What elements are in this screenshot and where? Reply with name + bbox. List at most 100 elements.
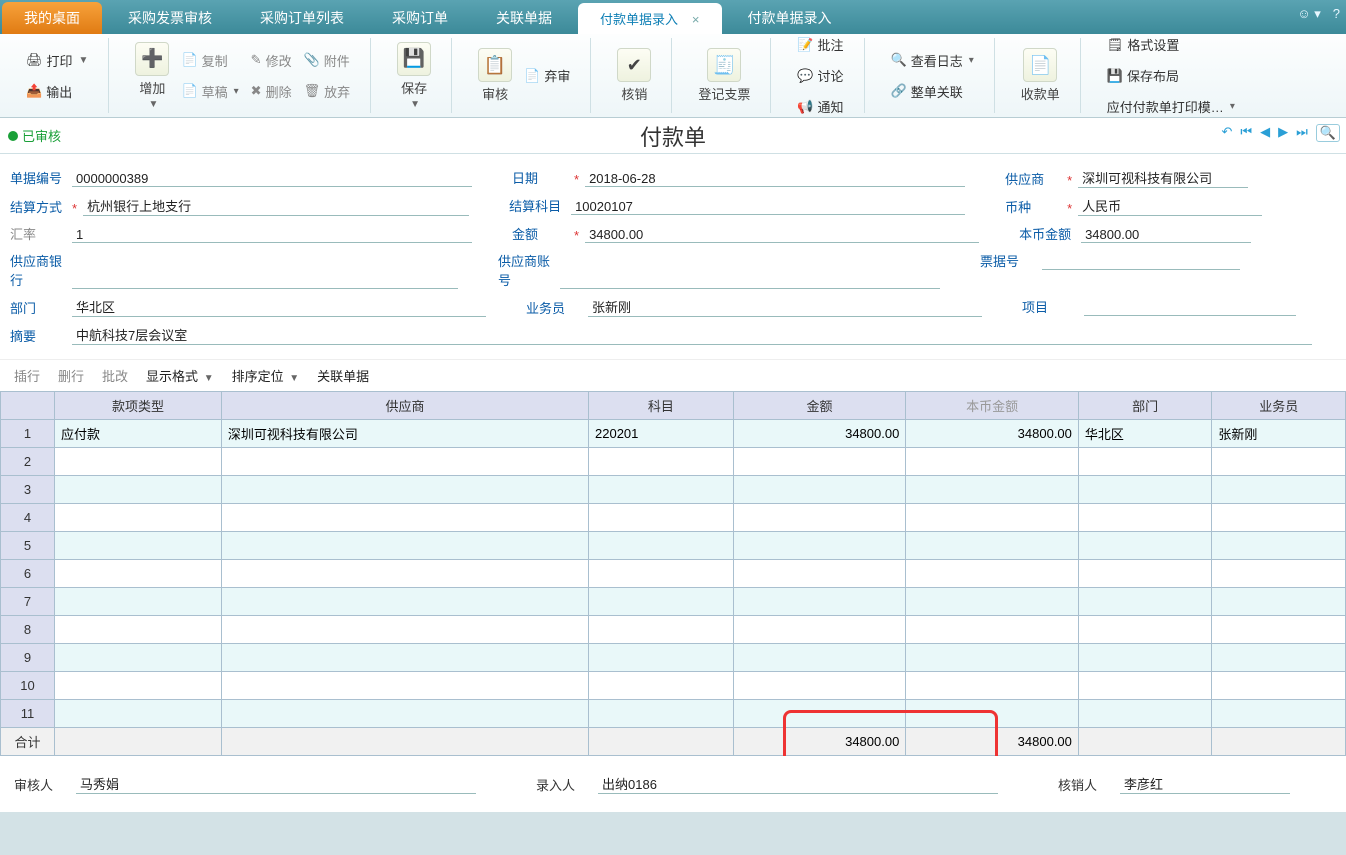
acct-field[interactable]: 10020107 — [571, 199, 965, 215]
savelayout-button[interactable]: 💾 保存布局 — [1101, 62, 1241, 89]
search-icon[interactable]: 🔍 — [1316, 124, 1340, 142]
next-icon[interactable]: ▶ — [1278, 124, 1288, 142]
table-row[interactable]: 9 — [1, 644, 1346, 672]
billno-field[interactable] — [1042, 269, 1240, 270]
discuss-button[interactable]: 💬 讨论 — [791, 62, 849, 89]
col-rownum — [1, 392, 55, 420]
tab-home[interactable]: 我的桌面 — [2, 2, 102, 34]
delete-row[interactable]: 删行 — [58, 366, 84, 385]
supbank-field[interactable] — [72, 288, 458, 289]
print-button[interactable]: 🖨 打印▼ — [20, 47, 94, 74]
rate-field[interactable]: 1 — [72, 227, 472, 243]
rate-label: 汇率 — [10, 224, 66, 243]
smile-icon[interactable]: ☺ ▾ — [1297, 6, 1320, 22]
supacct-field[interactable] — [560, 288, 940, 289]
table-row[interactable]: 4 — [1, 504, 1346, 532]
first-icon[interactable]: ⏮ — [1240, 124, 1252, 142]
table-row[interactable]: 1应付款深圳可视科技有限公司22020134800.0034800.00华北区张… — [1, 420, 1346, 448]
export-button[interactable]: 📤 输出 — [20, 78, 94, 105]
tab-active[interactable]: 付款单据录入 × — [578, 3, 722, 34]
supplier-label: 供应商 — [1005, 169, 1061, 188]
supplier-field[interactable]: 深圳可视科技有限公司 — [1078, 168, 1248, 188]
tab-item[interactable]: 采购订单 — [370, 2, 470, 34]
status-badge: 已审核 — [8, 126, 61, 145]
tab-item[interactable]: 采购订单列表 — [238, 2, 366, 34]
notify-button[interactable]: 📢 通知 — [791, 93, 849, 120]
attach-button[interactable]: 📎 附件 — [298, 47, 357, 74]
auditor-label: 审核人 — [14, 775, 70, 794]
verify-button[interactable]: ✔核销 — [611, 46, 657, 105]
delete-button[interactable]: ✖ 删除 — [245, 78, 298, 105]
col-acct: 科目 — [589, 392, 734, 420]
table-row[interactable]: 5 — [1, 532, 1346, 560]
entry-field: 出纳0186 — [598, 774, 998, 794]
page-title: 付款单 — [640, 120, 706, 152]
auditor-field: 马秀娟 — [76, 774, 476, 794]
data-table[interactable]: 款项类型 供应商 科目 金额 本币金额 部门 业务员 1应付款深圳可视科技有限公… — [0, 391, 1346, 756]
batch-edit[interactable]: 批改 — [102, 366, 128, 385]
nav-icons: ↶ ⏮ ◀ ▶ ⏭ 🔍 — [1222, 124, 1341, 142]
wholeassoc-button[interactable]: 🔗 整单关联 — [885, 78, 980, 105]
tab-bar: 我的桌面 采购发票审核 采购订单列表 采购订单 关联单据 付款单据录入 × 付款… — [0, 0, 1346, 34]
localamt-field[interactable]: 34800.00 — [1081, 227, 1251, 243]
doc-no-label: 单据编号 — [10, 168, 66, 187]
grid-actions: 插行 删行 批改 显示格式 ▼ 排序定位 ▼ 关联单据 — [0, 359, 1346, 391]
table-row[interactable]: 11 — [1, 700, 1346, 728]
printtmpl-button[interactable]: 应付付款单打印模…▾ — [1101, 93, 1241, 120]
col-supplier: 供应商 — [221, 392, 588, 420]
ribbon: 🖨 打印▼ 📤 输出 ➕增加▼ 📄 复制 📄 草稿▾ ✎ 修改 ✖ 删除 📎 附… — [0, 34, 1346, 118]
format-button[interactable]: 🗒 格式设置 — [1101, 31, 1241, 58]
dept-label: 部门 — [10, 298, 66, 317]
copy-button[interactable]: 📄 复制 — [175, 47, 244, 74]
last-icon[interactable]: ⏭ — [1296, 124, 1308, 142]
undo-icon[interactable]: ↶ — [1222, 124, 1233, 142]
insert-row[interactable]: 插行 — [14, 366, 40, 385]
tab-item[interactable]: 采购发票审核 — [106, 2, 234, 34]
amount-field[interactable]: 34800.00 — [585, 227, 979, 243]
table-row[interactable]: 2 — [1, 448, 1346, 476]
localamt-label: 本币金额 — [1019, 224, 1075, 243]
sales-label: 业务员 — [526, 298, 582, 317]
assoc-doc[interactable]: 关联单据 — [317, 366, 369, 385]
project-field[interactable] — [1084, 315, 1296, 316]
settle-label: 结算方式 — [10, 197, 66, 216]
settle-field[interactable]: 杭州银行上地支行 — [83, 196, 469, 216]
draft-button[interactable]: 📄 草稿▾ — [175, 78, 244, 105]
table-row[interactable]: 8 — [1, 616, 1346, 644]
save-button[interactable]: 💾保存▼ — [391, 40, 437, 112]
discard-button[interactable]: 🗑 放弃 — [298, 78, 357, 105]
tab-item[interactable]: 关联单据 — [474, 2, 574, 34]
col-type: 款项类型 — [55, 392, 222, 420]
display-format[interactable]: 显示格式 ▼ — [146, 366, 214, 385]
edit-button[interactable]: ✎ 修改 — [245, 47, 298, 74]
date-field[interactable]: 2018-06-28 — [585, 171, 965, 187]
tab-item[interactable]: 付款单据录入 — [726, 2, 854, 34]
doc-no-field[interactable]: 0000000389 — [72, 171, 472, 187]
abandon-button[interactable]: 📄 弃审 — [518, 62, 576, 89]
audit-button[interactable]: 📋审核 — [472, 46, 518, 105]
tab-label: 付款单据录入 — [600, 12, 678, 27]
supbank-label: 供应商银行 — [10, 251, 66, 289]
add-button[interactable]: ➕增加▼ — [129, 40, 175, 112]
help-icon[interactable]: ? — [1333, 6, 1340, 22]
table-row[interactable]: 3 — [1, 476, 1346, 504]
col-dept: 部门 — [1078, 392, 1212, 420]
close-icon[interactable]: × — [692, 12, 700, 27]
summary-field[interactable]: 中航科技7层会议室 — [72, 325, 1312, 345]
prev-icon[interactable]: ◀ — [1260, 124, 1270, 142]
table-row[interactable]: 10 — [1, 672, 1346, 700]
sort-locate[interactable]: 排序定位 ▼ — [232, 366, 300, 385]
dept-field[interactable]: 华北区 — [72, 297, 486, 317]
acct-label: 结算科目 — [509, 196, 565, 215]
grid: 款项类型 供应商 科目 金额 本币金额 部门 业务员 1应付款深圳可视科技有限公… — [0, 391, 1346, 756]
verifier-label: 核销人 — [1058, 775, 1114, 794]
table-total-row: 合计34800.0034800.00 — [1, 728, 1346, 756]
table-row[interactable]: 7 — [1, 588, 1346, 616]
receipt-button[interactable]: 📄收款单 — [1015, 46, 1066, 105]
sales-field[interactable]: 张新刚 — [588, 297, 982, 317]
note-button[interactable]: 📝 批注 — [791, 31, 849, 58]
viewlog-button[interactable]: 🔍 查看日志▾ — [885, 47, 980, 74]
currency-field[interactable]: 人民币 — [1078, 196, 1262, 216]
table-row[interactable]: 6 — [1, 560, 1346, 588]
register-button[interactable]: 🧾登记支票 — [692, 46, 756, 105]
